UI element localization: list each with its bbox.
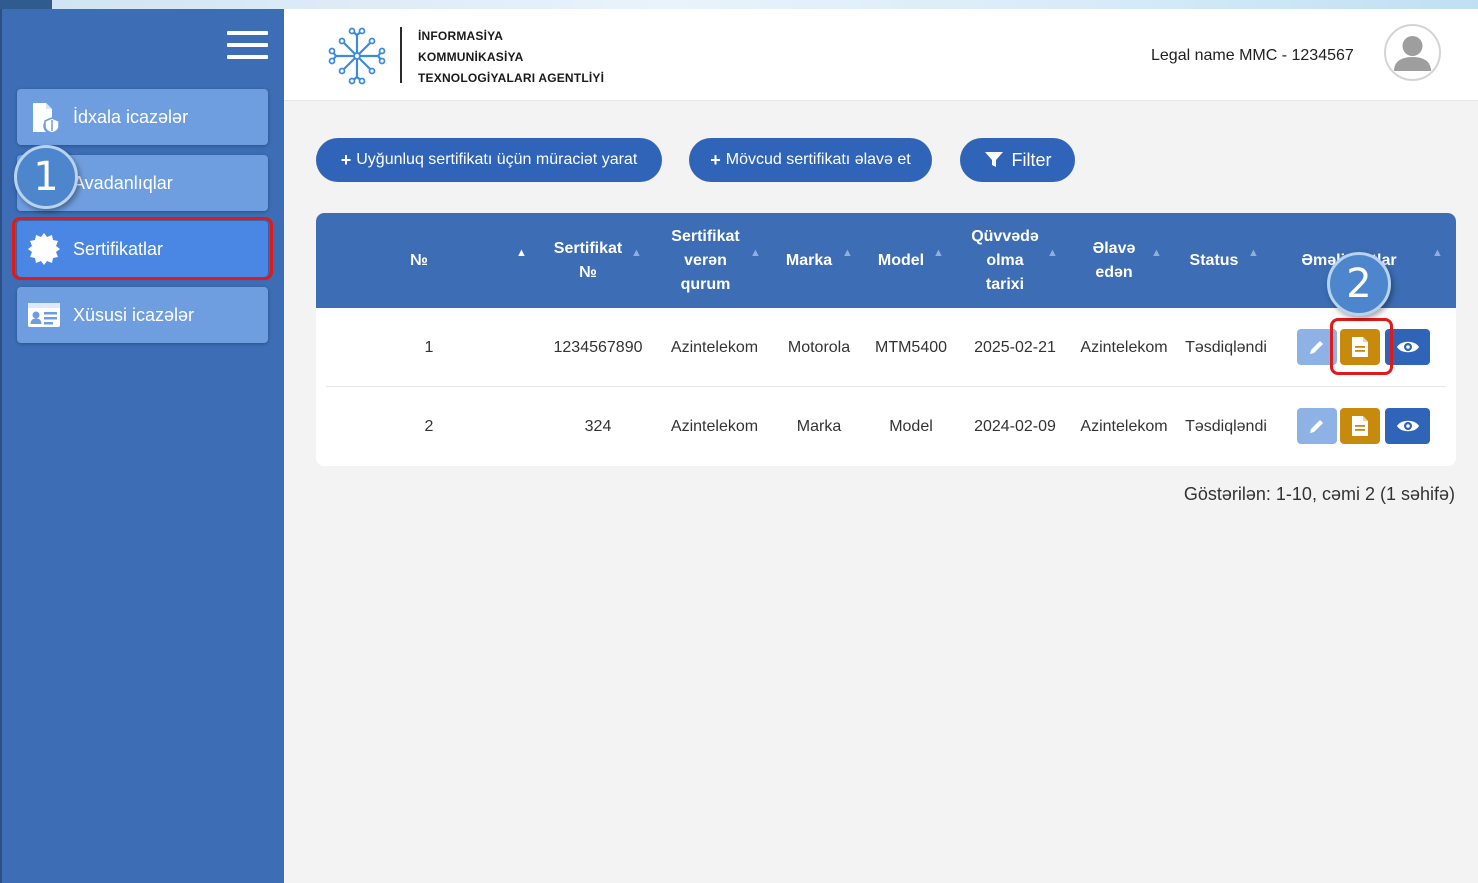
column-label: №: [410, 251, 428, 269]
header: İNFORMASİYA KOMMUNİKASİYA TEXNOLOGİYALAR…: [284, 9, 1478, 101]
cell-no: 2: [424, 417, 434, 435]
step-badge-1: 1: [14, 145, 78, 209]
cell-cert-no: 324: [584, 417, 612, 435]
column-label-line: Qüvvədə: [971, 227, 1039, 245]
pencil-icon: [1310, 341, 1323, 354]
filter-label: Filter: [1011, 149, 1052, 170]
plus-icon: +: [340, 149, 352, 170]
document-icon: [1352, 416, 1368, 436]
highlight-frame-certificates: [12, 217, 273, 280]
column-header-no[interactable]: №: [386, 213, 452, 308]
cell-issuer: Azintelekom: [670, 338, 759, 356]
sort-icon[interactable]: ▲: [842, 247, 853, 259]
sidebar-item-import-permits[interactable]: İdxala icazələr: [17, 89, 268, 145]
agency-name-line: TEXNOLOGİYALARI AGENTLİYİ: [418, 71, 605, 85]
table-row: 1 1234567890 Azintelekom Motorola MTM540…: [326, 308, 1446, 387]
column-header-valid-date[interactable]: Qüvvədə olma tarixi: [958, 213, 1052, 308]
column-label: Model: [877, 251, 925, 269]
column-label-line: Əlavə: [1092, 239, 1136, 257]
agency-name-line: KOMMUNİKASİYA: [418, 50, 524, 64]
column-label-line: Sertifikat: [671, 227, 740, 245]
view-button[interactable]: [1385, 408, 1430, 444]
step-badge-2: 2: [1327, 252, 1391, 316]
id-card-icon: [27, 298, 61, 332]
cell-no: 1: [424, 338, 434, 356]
sort-icon[interactable]: ▲: [1248, 247, 1259, 259]
column-label-line: Sertifikat: [553, 239, 623, 257]
cell-cert-no: 1234567890: [553, 338, 643, 356]
highlight-frame-document-button: [1330, 318, 1393, 375]
add-existing-label: Mövcud sertifikatı əlavə et: [725, 151, 911, 168]
legal-name: Legal name MMC - 1234567: [1151, 47, 1354, 64]
sidebar-item-label: Xüsusi icazələr: [73, 304, 195, 325]
certificates-table: № ▲ Sertifikat № ▲ Sertifikat verən quru…: [316, 213, 1456, 466]
filter-button[interactable]: Filter: [960, 138, 1075, 182]
agency-name: İNFORMASİYA KOMMUNİKASİYA TEXNOLOGİYALAR…: [418, 26, 604, 89]
column-label: Marka: [785, 251, 833, 269]
column-label: Status: [1189, 251, 1239, 269]
column-header-issuer[interactable]: Sertifikat verən qurum: [658, 213, 753, 308]
cell-status: Təsdiqləndi: [1185, 417, 1267, 435]
plus-icon: +: [710, 149, 721, 170]
top-strip: [0, 0, 1478, 9]
create-application-button[interactable]: + Uyğunluq sertifikatı üçün müraciət yar…: [316, 138, 662, 182]
cell-brand: Motorola: [787, 338, 851, 356]
agency-name-line: İNFORMASİYA: [418, 29, 504, 43]
agency-logo-icon: [328, 27, 386, 85]
column-header-cert-no[interactable]: Sertifikat №: [542, 213, 634, 308]
filter-icon: [984, 152, 1003, 167]
document-button[interactable]: [1340, 408, 1380, 444]
add-existing-certificate-button[interactable]: + Mövcud sertifikatı əlavə et: [689, 138, 932, 182]
table-header: № ▲ Sertifikat № ▲ Sertifikat verən quru…: [316, 213, 1456, 308]
eye-icon: [1396, 341, 1419, 353]
cell-brand: Marka: [796, 417, 842, 435]
table-row: 2 324 Azintelekom Marka Model 2024-02-09…: [326, 387, 1446, 466]
cell-issuer: Azintelekom: [670, 417, 759, 435]
column-label-line: verən: [684, 251, 727, 269]
column-header-model[interactable]: Model: [866, 213, 936, 308]
cell-model: Model: [889, 417, 933, 435]
create-application-label: Uyğunluq sertifikatı üçün müraciət yarat: [356, 151, 638, 168]
menu-icon[interactable]: [227, 31, 268, 63]
edit-button[interactable]: [1297, 408, 1337, 444]
cell-model: MTM5400: [874, 338, 948, 356]
column-header-status[interactable]: Status: [1174, 213, 1254, 308]
sidebar-item-special-permits[interactable]: Xüsusi icazələr: [17, 287, 268, 343]
sort-icon[interactable]: ▲: [750, 247, 761, 259]
sidebar-edge: [0, 9, 2, 883]
sidebar-item-label: İdxala icazələr: [73, 106, 189, 127]
user-avatar-icon: [1394, 36, 1431, 71]
pagination-info: Göstərilən: 1-10, cəmi 2 (1 səhifə): [1183, 484, 1455, 504]
column-label-line: tarixi: [985, 275, 1025, 293]
import-permit-icon: [27, 100, 61, 134]
column-header-added-by[interactable]: Əlavə edən: [1072, 213, 1156, 308]
avatar[interactable]: [1384, 24, 1441, 81]
cell-added-by: Azintelekom: [1080, 338, 1168, 356]
cell-valid-date: 2024-02-09: [974, 417, 1056, 435]
sort-icon[interactable]: ▲: [1151, 247, 1162, 259]
column-label-line: №: [579, 263, 597, 281]
column-header-brand[interactable]: Marka: [774, 213, 844, 308]
sort-icon[interactable]: ▲: [933, 247, 944, 259]
cell-added-by: Azintelekom: [1080, 417, 1168, 435]
sidebar-item-label: Avadanlıqlar: [73, 172, 173, 193]
sort-icon[interactable]: ▲: [1047, 247, 1058, 259]
top-strip-dark: [0, 0, 52, 9]
column-label-line: qurum: [680, 275, 731, 293]
cell-status: Təsdiqləndi: [1185, 338, 1267, 356]
logo-divider: [400, 27, 402, 83]
sort-icon[interactable]: ▲: [631, 247, 642, 259]
column-label-line: edən: [1095, 263, 1133, 281]
cell-valid-date: 2025-02-21: [974, 338, 1056, 356]
sort-asc-icon[interactable]: ▲: [516, 247, 527, 259]
sort-icon[interactable]: ▲: [1432, 247, 1443, 259]
column-label-line: olma: [986, 251, 1024, 269]
eye-icon: [1396, 420, 1419, 432]
pencil-icon: [1310, 420, 1323, 433]
